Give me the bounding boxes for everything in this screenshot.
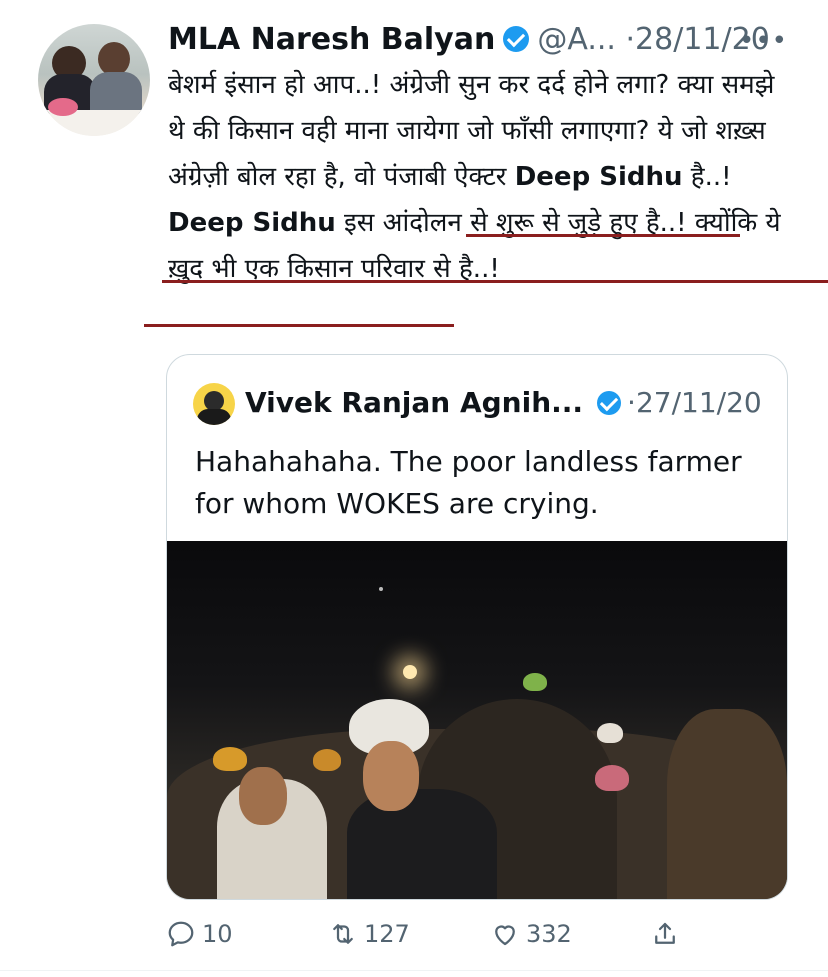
reply-icon bbox=[168, 921, 194, 947]
like-button[interactable]: 332 bbox=[490, 914, 572, 954]
person-face bbox=[363, 741, 419, 811]
retweet-button[interactable]: 127 bbox=[328, 914, 410, 954]
quoted-tweet-video[interactable] bbox=[167, 541, 787, 899]
highlight-underline bbox=[162, 280, 828, 283]
reply-button[interactable]: 10 bbox=[166, 914, 233, 954]
tweet-bold-name-1: Deep Sidhu bbox=[514, 162, 683, 192]
night-sky-star bbox=[379, 587, 383, 591]
white-turban bbox=[597, 723, 623, 743]
verified-icon bbox=[597, 391, 622, 415]
tweet-text: बेशर्म इंसान हो आप..! अंग्रेजी सुन कर दर… bbox=[168, 62, 788, 292]
avatar-person-right bbox=[98, 42, 130, 76]
tweet-bold-name-2: Deep Sidhu bbox=[168, 208, 336, 238]
tweet-header: MLA Naresh Balyan @A... ·28/11/20 bbox=[168, 20, 770, 60]
avatar-body-right bbox=[90, 72, 142, 114]
tweet-text-part2: है..! bbox=[682, 162, 740, 192]
author-name[interactable]: MLA Naresh Balyan bbox=[168, 22, 495, 57]
date-separator: · bbox=[627, 386, 636, 419]
divider bbox=[0, 970, 828, 971]
like-count: 332 bbox=[526, 920, 572, 948]
more-icon[interactable]: ••• bbox=[739, 26, 788, 56]
avatar-flowers bbox=[48, 98, 78, 116]
quoted-tweet[interactable]: Vivek Ranjan Agnih... ·27/11/20 Hahahahah… bbox=[166, 354, 788, 900]
crowd-group bbox=[667, 709, 787, 899]
person-dark-shirt bbox=[347, 789, 497, 899]
yellow-turban bbox=[313, 749, 341, 771]
person-face bbox=[239, 767, 287, 825]
quoted-author-avatar[interactable] bbox=[193, 383, 235, 425]
verified-icon bbox=[503, 26, 530, 52]
retweet-icon bbox=[333, 924, 353, 944]
quoted-tweet-date[interactable]: 27/11/20 bbox=[636, 386, 762, 419]
quoted-tweet-header: Vivek Ranjan Agnih... ·27/11/20 bbox=[245, 381, 762, 425]
highlight-underline bbox=[144, 324, 454, 327]
share-icon bbox=[655, 922, 675, 944]
pink-turban bbox=[595, 765, 629, 791]
torch-light bbox=[403, 665, 417, 679]
retweet-count: 127 bbox=[364, 920, 410, 948]
reply-count: 10 bbox=[202, 920, 233, 948]
quoted-author-name[interactable]: Vivek Ranjan Agnih... bbox=[245, 386, 583, 419]
share-button[interactable] bbox=[650, 914, 686, 954]
yellow-turban bbox=[213, 747, 247, 771]
like-icon bbox=[495, 925, 515, 946]
highlight-underline bbox=[466, 234, 740, 237]
author-handle[interactable]: @A... bbox=[537, 22, 616, 57]
green-turban bbox=[523, 673, 547, 691]
date-separator: · bbox=[625, 22, 636, 57]
quoted-tweet-text: Hahahahaha. The poor landless farmer for… bbox=[195, 445, 742, 520]
tweet-actions: 10 127 332 bbox=[166, 914, 706, 954]
author-avatar[interactable] bbox=[38, 24, 150, 136]
